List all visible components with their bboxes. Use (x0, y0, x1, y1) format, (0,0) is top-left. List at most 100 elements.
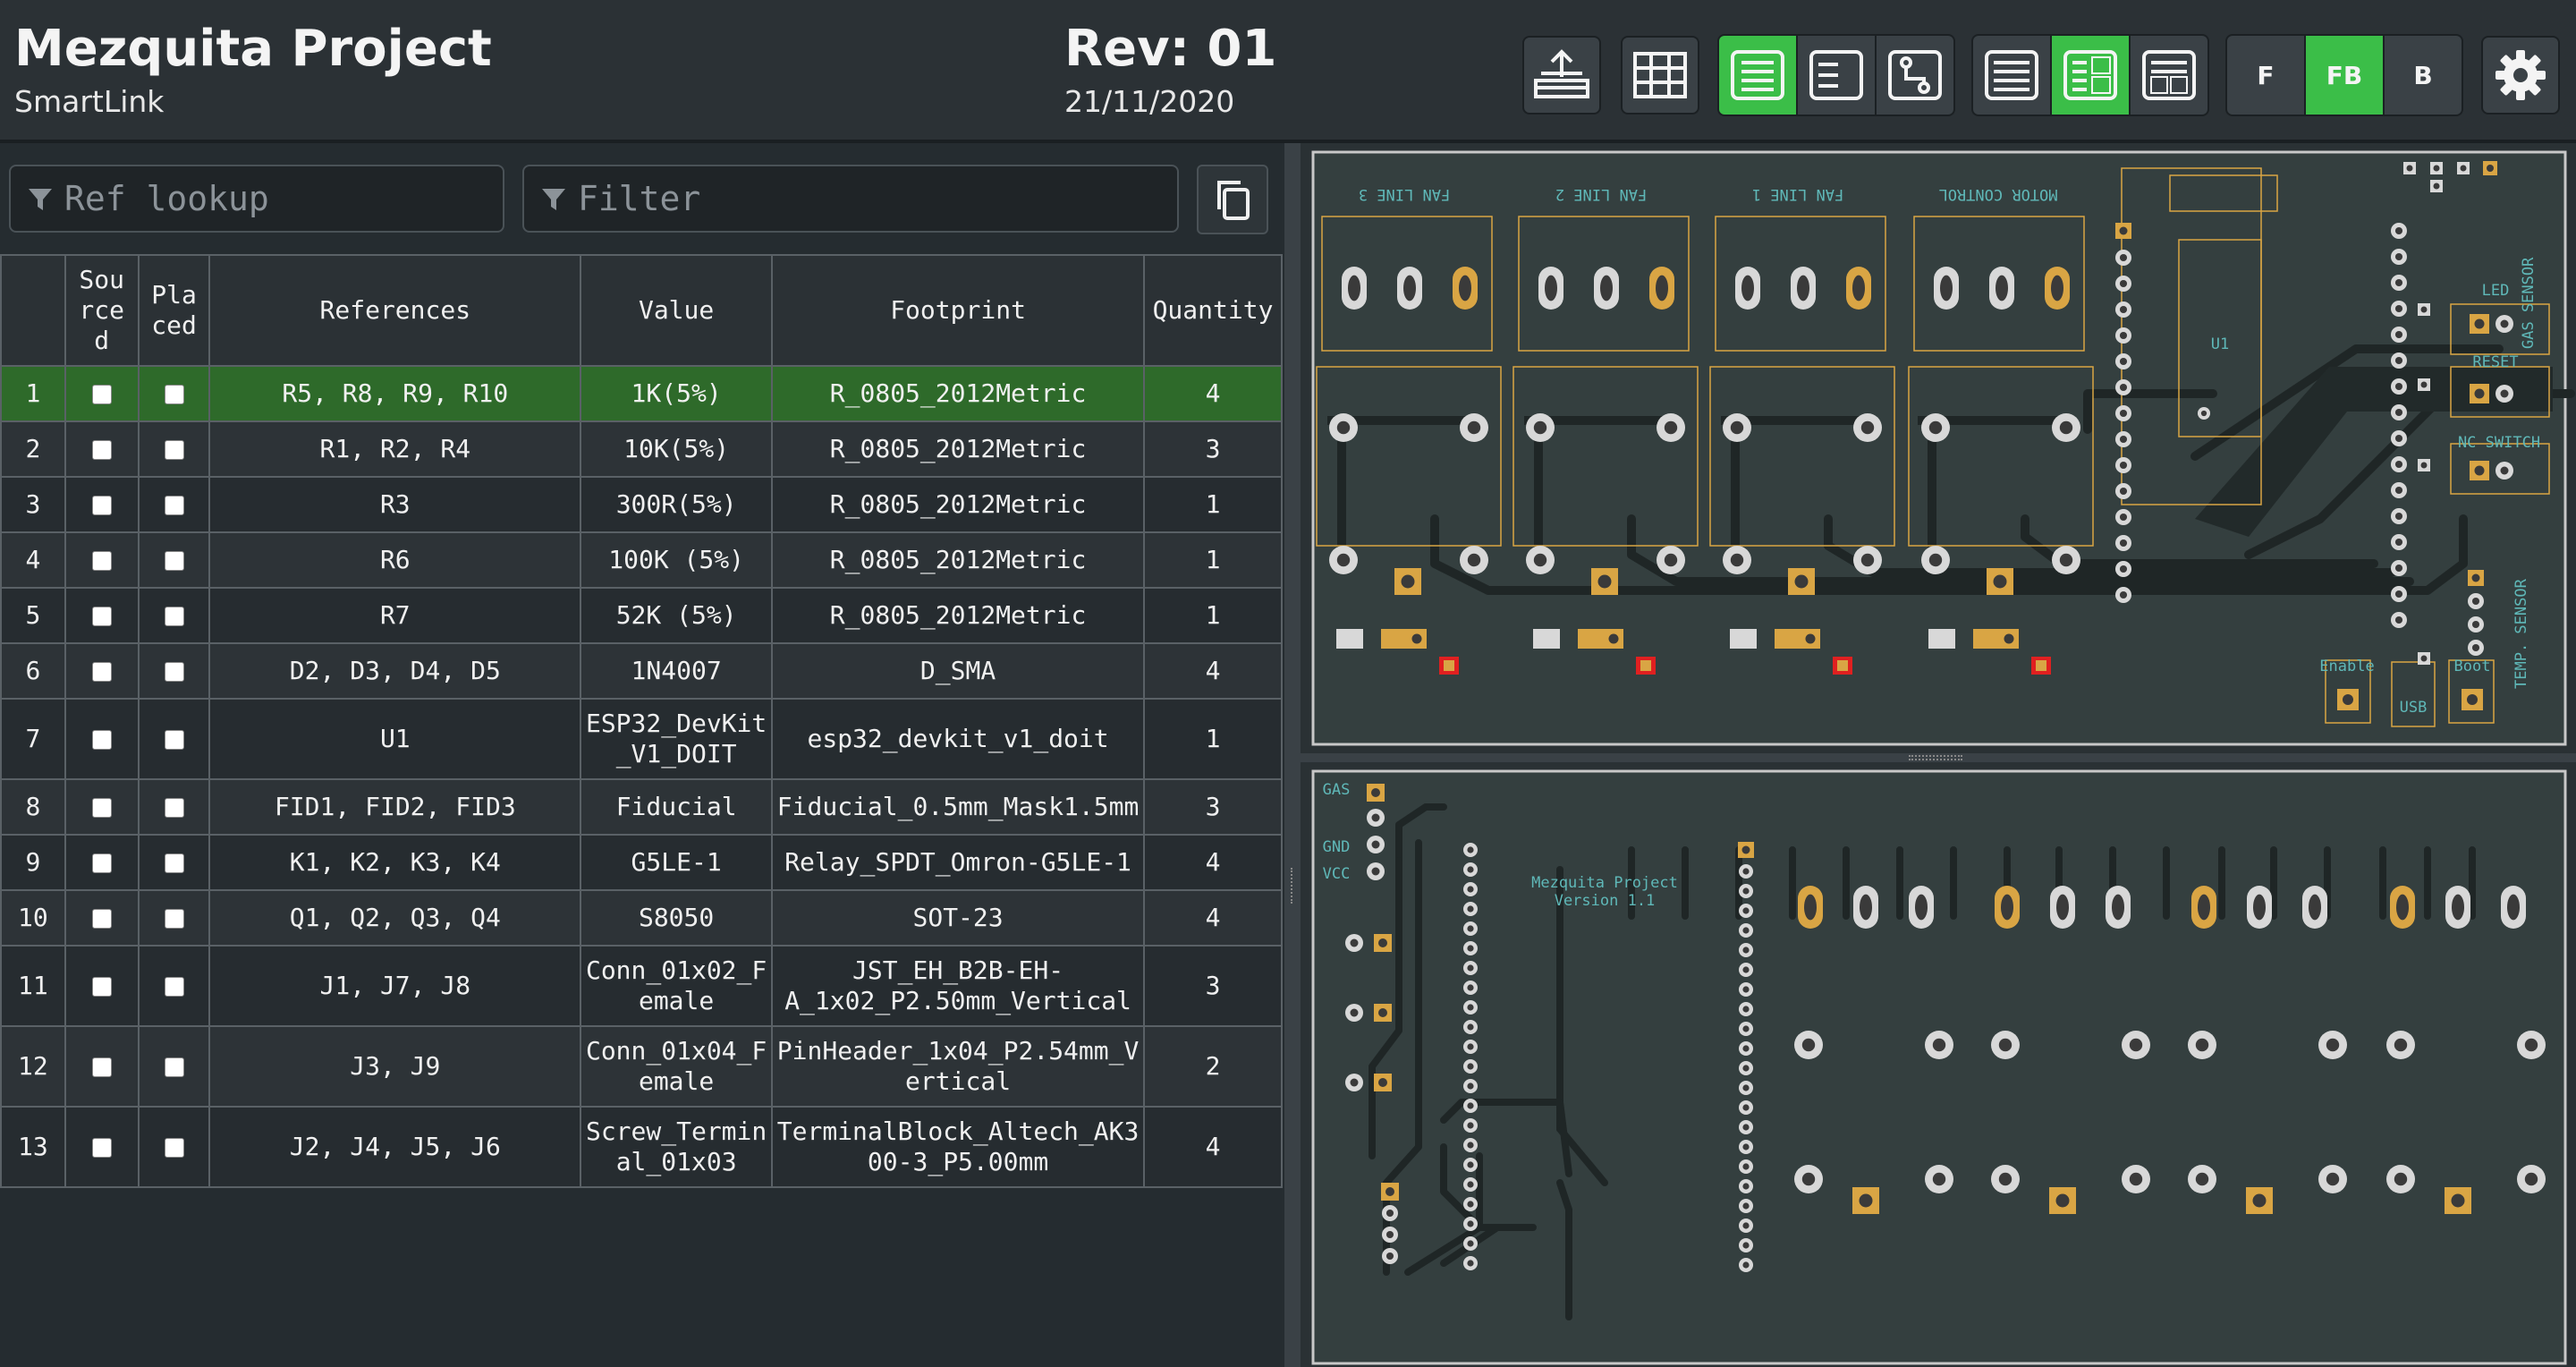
placed-checkbox[interactable] (164, 730, 184, 750)
bom-row[interactable]: 11 J1, J7, J8 Conn_01x02_F emale JST_EH_B2B… (0, 945, 1283, 1027)
sourced-checkbox[interactable] (91, 440, 112, 460)
front-layer-canvas[interactable]: FAN LINE 3 FAN LINE 2 FAN LINE 1 MOTOR C… (1301, 143, 2576, 753)
bom-row[interactable]: 13 J2, J4, J5, J6 Screw_Termin al_01x03 Ter… (0, 1106, 1283, 1188)
bom-row[interactable]: 10 Q1, Q2, Q3, Q4 S8050 SOT-23 4 (0, 889, 1283, 947)
bom-only-button[interactable] (1719, 36, 1796, 115)
bom-row[interactable]: 12 J3, J9 Conn_01x04_F emale PinHeader_1x04… (0, 1025, 1283, 1108)
placed-checkbox[interactable] (164, 440, 184, 460)
sourced-cell (64, 889, 140, 947)
row-value: 1K(5%) (580, 365, 774, 422)
pad-hole (2420, 306, 2428, 313)
row-footprint: PinHeader_1x04_P2.54mm_V ertical (771, 1025, 1146, 1108)
layer-front-button[interactable]: F (2227, 36, 2304, 115)
row-quantity: 2 (1143, 1025, 1283, 1108)
pad-hole (1467, 1004, 1474, 1011)
pad-hole (2433, 165, 2440, 172)
bom-row[interactable]: 6 D2, D3, D4, D5 1N4007 D_SMA 4 (0, 642, 1283, 700)
grid-view-button[interactable] (1621, 36, 1699, 115)
sourced-checkbox[interactable] (91, 385, 112, 404)
pad-hole (1467, 925, 1474, 932)
placed-checkbox[interactable] (164, 607, 184, 626)
sourced-checkbox[interactable] (91, 1057, 112, 1077)
layer-back-button[interactable]: B (2385, 36, 2462, 115)
row-references: D2, D3, D4, D5 (208, 642, 582, 700)
settings-button[interactable] (2481, 36, 2560, 115)
pad-hole (1378, 1008, 1387, 1017)
filter-input[interactable]: Filter (522, 165, 1179, 233)
pad-hole (2129, 1038, 2143, 1052)
sourced-checkbox[interactable] (91, 551, 112, 571)
sourced-checkbox[interactable] (91, 607, 112, 626)
pad-hole (2119, 253, 2128, 262)
row-references: R3 (208, 476, 582, 533)
filter-icon (29, 189, 52, 210)
fab-split-button[interactable] (2052, 36, 2129, 115)
row-quantity: 4 (1143, 1106, 1283, 1188)
sourced-checkbox[interactable] (91, 496, 112, 515)
fb-grouped-button[interactable] (2131, 36, 2207, 115)
bom-row[interactable]: 2 R1, R2, R4 10K(5%) R_0805_2012Metric 3 (0, 420, 1283, 478)
bom-panel: Ref lookup Filter Sou rce d Pla ced Refe… (0, 152, 1284, 1367)
bom-row[interactable]: 9 K1, K2, K3, K4 G5LE-1 Relay_SPDT_Omron-G5… (0, 834, 1283, 891)
pad-hole (1741, 845, 1750, 854)
bom-row[interactable]: 3 R3 300R(5%) R_0805_2012Metric 1 (0, 476, 1283, 533)
placed-checkbox[interactable] (164, 977, 184, 997)
row-quantity: 3 (1143, 945, 1283, 1027)
col-references[interactable]: References (208, 254, 582, 367)
pad-hole (1742, 966, 1750, 973)
placed-checkbox[interactable] (164, 385, 184, 404)
pad-hole (1932, 1038, 1946, 1052)
sourced-checkbox[interactable] (91, 977, 112, 997)
vertical-splitter[interactable] (1284, 143, 1301, 1367)
sourced-checkbox[interactable] (91, 662, 112, 682)
col-placed[interactable]: Pla ced (137, 254, 211, 367)
bom-row[interactable]: 8 FID1, FID2, FID3 Fiducial Fiducial_0.5mm_… (0, 778, 1283, 836)
pad-hole (2001, 894, 2013, 921)
bom-row[interactable]: 1 R5, R8, R9, R10 1K(5%) R_0805_2012Metric 4 (0, 365, 1283, 422)
pad-hole (1928, 420, 1943, 435)
layer-both-button[interactable]: FB (2306, 36, 2383, 115)
copy-bom-button[interactable] (1197, 165, 1268, 234)
row-references: Q1, Q2, Q3, Q4 (208, 889, 582, 947)
pad-hole (1467, 1102, 1474, 1109)
pad-hole (1350, 938, 1359, 947)
placed-checkbox[interactable] (164, 853, 184, 873)
placed-checkbox[interactable] (164, 1057, 184, 1077)
placed-checkbox[interactable] (164, 1138, 184, 1158)
bom-list-button[interactable] (1973, 36, 2050, 115)
sourced-checkbox[interactable] (91, 730, 112, 750)
sourced-checkbox[interactable] (91, 853, 112, 873)
col-footprint[interactable]: Footprint (771, 254, 1146, 367)
sourced-checkbox[interactable] (91, 1138, 112, 1158)
col-sourced[interactable]: Sou rce d (64, 254, 140, 367)
placed-checkbox[interactable] (164, 551, 184, 571)
ref-lookup-input[interactable]: Ref lookup (9, 165, 504, 233)
col-quantity[interactable]: Quantity (1143, 254, 1283, 367)
row-number: 10 (0, 889, 66, 947)
bom-left-button[interactable] (1798, 36, 1875, 115)
smd-pad (1381, 629, 1408, 649)
placed-checkbox[interactable] (164, 909, 184, 929)
sourced-checkbox[interactable] (91, 798, 112, 818)
placed-cell (137, 1025, 211, 1108)
pad-hole (2471, 620, 2480, 629)
sourced-checkbox[interactable] (91, 909, 112, 929)
bom-top-button[interactable] (1877, 36, 1953, 115)
placed-checkbox[interactable] (164, 798, 184, 818)
pad-hole (2119, 409, 2128, 418)
pad-hole (1350, 1008, 1359, 1017)
col-value[interactable]: Value (580, 254, 774, 367)
pad-hole (2343, 694, 2353, 705)
bom-row[interactable]: 5 R7 52K (5%) R_0805_2012Metric 1 (0, 587, 1283, 644)
placed-checkbox[interactable] (164, 496, 184, 515)
placed-checkbox[interactable] (164, 662, 184, 682)
bom-only-icon (1731, 50, 1784, 100)
back-layer-canvas[interactable]: GAS GND VCC Mezquita Project Version 1.1 (1301, 762, 2576, 1367)
silk-fan-line-2: FAN LINE 2 (1555, 185, 1647, 203)
revision-date: 21/11/2020 (1064, 84, 1235, 119)
upload-board-button[interactable] (1522, 36, 1601, 115)
horizontal-splitter[interactable] (1301, 753, 2576, 762)
bom-row[interactable]: 7 U1 ESP32_DevKit _V1_DOIT esp32_devkit_v1_… (0, 698, 1283, 780)
bom-row[interactable]: 4 R6 100K (5%) R_0805_2012Metric 1 (0, 531, 1283, 589)
pad-hole (1467, 964, 1474, 972)
